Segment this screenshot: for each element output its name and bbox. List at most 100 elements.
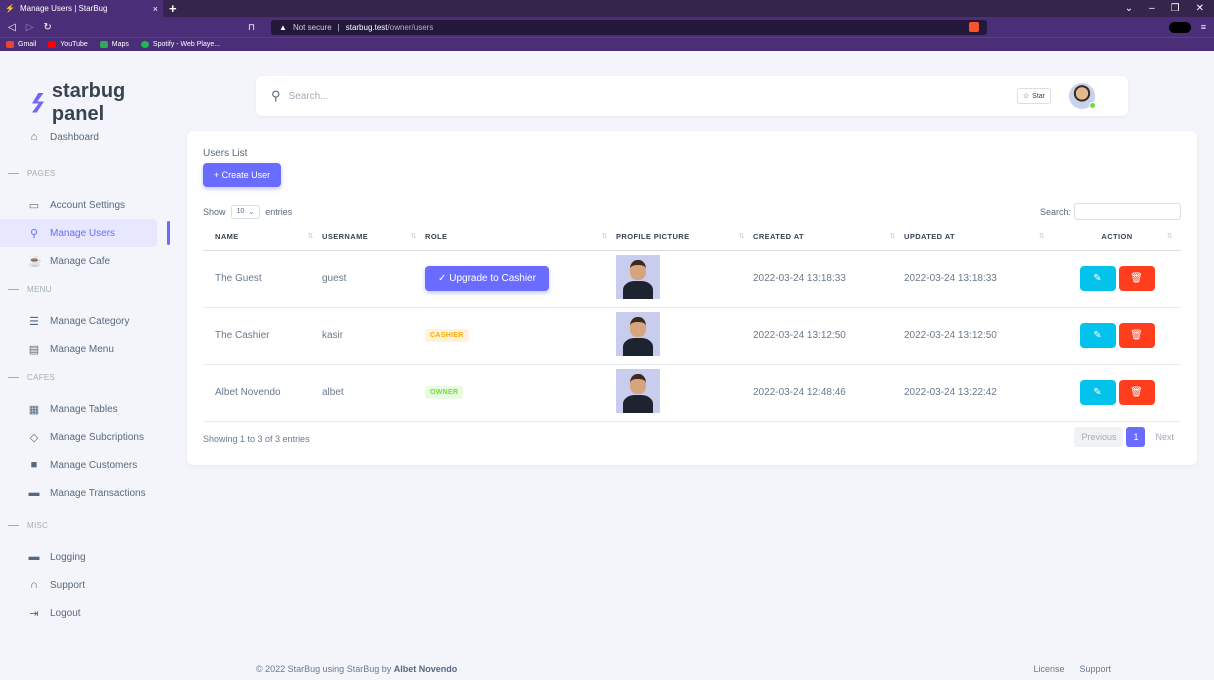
brand-logo[interactable]: starbug panel <box>0 51 172 125</box>
cell-name: Albet Novendo <box>203 364 322 422</box>
edit-button[interactable]: ✎ <box>1079 323 1116 348</box>
restore-icon[interactable]: ❐ <box>1171 3 1180 14</box>
url-field[interactable]: ▲ Not secure | starbug.test/owner/users <box>271 19 988 35</box>
edit-icon: ✎ <box>1093 330 1102 341</box>
column-header-username[interactable]: USERNAME ⇅ <box>322 224 425 251</box>
users-table: NAME ⇅ USERNAME ⇅ ROLE ⇅ PROFILE PICTURE ⇅ C… <box>203 224 1181 422</box>
category-icon: ☰ <box>29 315 39 328</box>
create-user-button[interactable]: + Create User <box>203 163 281 187</box>
youtube-icon <box>48 41 57 48</box>
pagination-page-1[interactable]: 1 <box>1126 427 1146 447</box>
cell-role: OWNER <box>425 364 616 422</box>
sort-icon: ⇅ <box>410 233 417 241</box>
column-header-action[interactable]: ACTION ⇅ <box>1053 224 1181 251</box>
column-header-name[interactable]: NAME ⇅ <box>203 224 322 251</box>
trash-icon: 🗑 <box>1130 330 1143 341</box>
trash-icon: 🗑 <box>1130 273 1143 284</box>
online-status-dot <box>1089 102 1096 109</box>
bookmark-page-icon[interactable]: ⊓ <box>248 22 255 33</box>
pagination-previous[interactable]: Previous <box>1074 427 1124 447</box>
delete-button[interactable]: 🗑 <box>1118 380 1155 405</box>
private-glasses-icon[interactable] <box>1168 21 1191 33</box>
sort-icon: ⇅ <box>601 233 608 241</box>
search-input[interactable]: Search... <box>289 91 1017 102</box>
pagination-next[interactable]: Next <box>1148 427 1181 447</box>
cell-username: kasir <box>322 307 425 365</box>
table-search-input[interactable] <box>1074 203 1181 220</box>
trash-icon: 🗑 <box>1130 387 1143 398</box>
cell-username: albet <box>322 364 425 422</box>
sidebar-item-manage-users[interactable]: ⚲ Manage Users <box>0 219 170 247</box>
logout-icon: ⇥ <box>29 607 39 620</box>
tab-close-icon[interactable]: × <box>153 4 158 14</box>
sidebar-item-logout[interactable]: ⇥ Logout <box>0 599 157 627</box>
edit-button[interactable]: ✎ <box>1079 266 1116 291</box>
card-title: Users List <box>203 148 248 159</box>
window-icon: ▭ <box>28 199 40 212</box>
column-header-profile-picture[interactable]: PROFILE PICTURE ⇅ <box>616 224 753 251</box>
delete-button[interactable]: 🗑 <box>1118 266 1155 291</box>
user-icon: ⚲ <box>29 227 39 240</box>
bookmark-gmail[interactable]: Gmail <box>6 41 36 48</box>
bookmark-spotify[interactable]: Spotify - Web Playe... <box>140 41 220 48</box>
sidebar-item-manage-menu[interactable]: ▤ Manage Menu <box>0 335 157 363</box>
column-header-created-at[interactable]: CREATED AT ⇅ <box>753 224 904 251</box>
cell-updated-at: 2022-03-24 13:22:42 <box>904 364 1053 422</box>
cell-role: ✓ Upgrade to Cashier <box>425 250 616 308</box>
column-header-updated-at[interactable]: UPDATED AT ⇅ <box>904 224 1053 251</box>
table-row: The Guest guest ✓ Upgrade to Cashier 202… <box>203 250 1181 308</box>
minimize-icon[interactable]: – <box>1149 3 1155 14</box>
menu-book-icon: ▤ <box>28 343 40 356</box>
sidebar-item-logging[interactable]: ▬ Logging <box>0 543 157 571</box>
sidebar-item-manage-transactions[interactable]: ▬ Manage Transactions <box>0 479 157 507</box>
sidebar-item-manage-customers[interactable]: ■ Manage Customers <box>0 451 157 479</box>
close-window-icon[interactable]: ✕ <box>1196 3 1204 14</box>
check-icon: ✓ <box>438 273 450 284</box>
section-menu: MENU <box>0 275 172 303</box>
upgrade-to-cashier-button[interactable]: ✓ Upgrade to Cashier <box>425 266 549 291</box>
wallet-icon: ▬ <box>28 487 40 499</box>
sidebar-item-manage-cafe[interactable]: ☕ Manage Cafe <box>0 247 157 275</box>
tab-title: Manage Users | StarBug <box>19 4 108 13</box>
tab-search-chevron-icon[interactable]: ⌄ <box>1125 3 1133 14</box>
cell-profile-picture <box>616 364 753 422</box>
edit-button[interactable]: ✎ <box>1079 380 1116 405</box>
github-star-button[interactable]: ☆ Star <box>1016 88 1051 104</box>
sidebar-item-manage-category[interactable]: ☰ Manage Category <box>0 307 157 335</box>
footer-license-link[interactable]: License <box>1033 664 1064 674</box>
sidebar-item-manage-tables[interactable]: ▦ Manage Tables <box>0 395 157 423</box>
sidebar: starbug panel ⌂ Dashboard PAGES ▭ Account … <box>0 51 172 680</box>
headphones-icon: ∩ <box>30 579 38 591</box>
footer-support-link[interactable]: Support <box>1079 664 1111 674</box>
sidebar-item-support[interactable]: ∩ Support <box>0 571 157 599</box>
entries-select[interactable]: 10 ⌄ <box>230 205 261 219</box>
sidebar-item-dashboard[interactable]: ⌂ Dashboard <box>0 123 157 151</box>
cell-created-at: 2022-03-24 13:12:50 <box>753 307 904 365</box>
browser-tab[interactable]: ⚡ Manage Users | StarBug × <box>0 0 163 17</box>
brave-shield-icon[interactable] <box>969 22 980 32</box>
user-avatar[interactable] <box>1069 83 1096 109</box>
column-header-role[interactable]: ROLE ⇅ <box>425 224 616 251</box>
address-bar-row: ◁ ▷ ↻ ⊓ ▲ Not secure | starbug.test/owne… <box>0 17 1214 37</box>
warning-icon: ▲ <box>279 22 287 32</box>
cell-name: The Guest <box>203 250 322 308</box>
new-tab-button[interactable]: + <box>169 1 177 16</box>
forward-icon[interactable]: ▷ <box>26 22 34 33</box>
bookmark-maps[interactable]: Maps <box>99 41 129 48</box>
chevron-down-icon: ⌄ <box>248 209 255 216</box>
sort-icon: ⇅ <box>738 233 745 241</box>
browser-menu-icon[interactable]: ≡ <box>1201 22 1206 32</box>
cell-profile-picture <box>616 307 753 365</box>
sidebar-item-account-settings[interactable]: ▭ Account Settings <box>0 191 157 219</box>
entries-length-control: Show 10 ⌄ entries <box>203 205 293 219</box>
delete-button[interactable]: 🗑 <box>1118 323 1155 348</box>
sort-icon: ⇅ <box>307 233 314 241</box>
reload-icon[interactable]: ↻ <box>43 22 51 33</box>
sidebar-item-manage-subscriptions[interactable]: ◇ Manage Subcriptions <box>0 423 157 451</box>
top-navbar: ⚲ Search... ☆ Star <box>256 76 1128 116</box>
footer-author-link[interactable]: Albet Novendo <box>394 664 458 674</box>
section-misc: MISC <box>0 511 172 539</box>
back-icon[interactable]: ◁ <box>8 22 16 33</box>
cell-created-at: 2022-03-24 12:48:46 <box>753 364 904 422</box>
bookmark-youtube[interactable]: YouTube <box>48 41 88 48</box>
